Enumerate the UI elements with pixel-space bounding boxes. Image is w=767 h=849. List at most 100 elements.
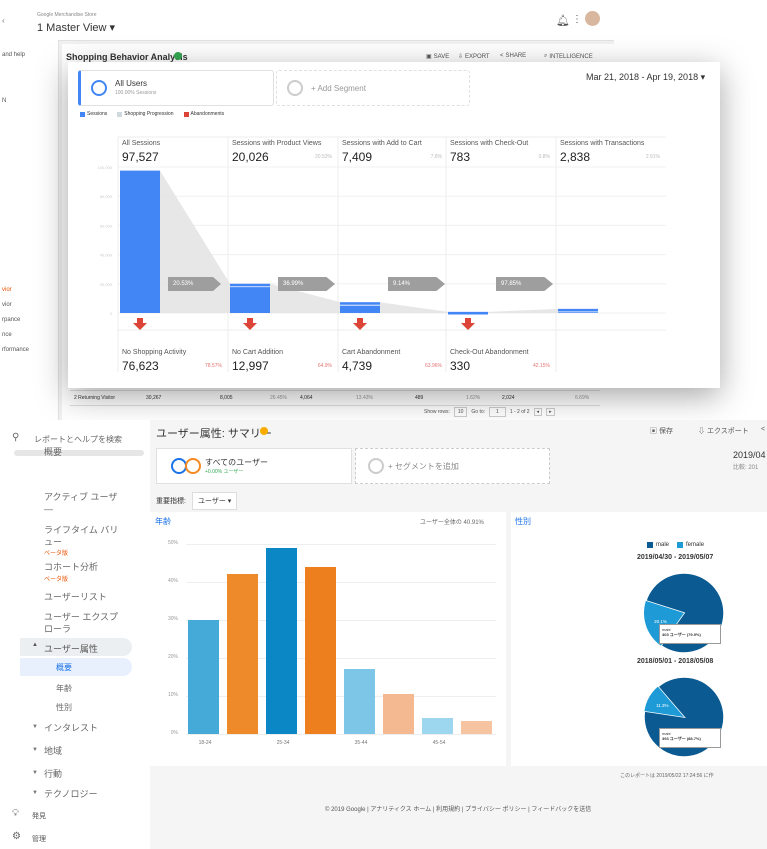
pagination: Show rows: 10 Go to: 1 1 - 2 of 2 ◂ ▸ (424, 407, 555, 417)
pie1-tooltip: male 403 ユーザー (79.9%) (659, 624, 721, 644)
segment-sub: +0.00% ユーザー (205, 469, 244, 475)
expand-arrow-icon: ▼ (32, 724, 38, 730)
sidebar-sub-gender[interactable]: 性別 (56, 702, 72, 713)
legend-label: female (686, 542, 705, 548)
show-rows-select[interactable]: 10 (453, 407, 468, 417)
share-icon: < (500, 53, 504, 59)
table-cell: 4,064 (300, 395, 313, 401)
save-button[interactable]: ▣ SAVE (426, 53, 450, 61)
top-header: ‹ Google Merchandise Store 1 Master View… (0, 0, 614, 41)
gender-card: 性別 male female 2019/04/30 - 2019/05/07 2… (511, 512, 767, 766)
tooltip-value: 403 ユーザー (79.9%) (662, 632, 701, 637)
legend-swatch (647, 542, 653, 548)
left-strip-text: nce (2, 332, 12, 338)
search-icon[interactable]: ⚲ (12, 432, 19, 443)
age-bar-chart: 50% 40% 30% 20% 10% 0% 18-24 25-34 35-44 45-54 (150, 512, 506, 766)
share-icon[interactable]: < (761, 426, 765, 433)
sidebar-item-interests[interactable]: インタレスト (44, 722, 98, 734)
table-cell: 1.62% (466, 395, 481, 401)
pie1-title: 2019/04/30 - 2019/05/07 (637, 554, 714, 561)
sidebar-item-user-explorer[interactable]: ユーザー エクスプ ローラ (44, 611, 118, 635)
share-button[interactable]: < SHARE (500, 53, 526, 59)
abandonment-title: Check-Out Abandonment (450, 349, 529, 356)
gender-pie-2: 11.3% (643, 676, 725, 758)
left-strip-text: and help (2, 52, 26, 58)
age-bar (422, 717, 453, 734)
table-cell: 13.43% (356, 395, 373, 401)
conversion-rate-tag: 9.14% (388, 277, 445, 291)
x-tick-label: 25-34 (276, 740, 290, 746)
sidebar-section-label: ユーザー属性 (44, 644, 98, 654)
left-strip-text: rpance (2, 317, 21, 323)
metric-select[interactable]: ユーザー ▾ (192, 492, 238, 510)
sidebar-item-active-users[interactable]: アクティブ ユーザ — (44, 491, 117, 515)
intelligence-button[interactable]: ⌕ INTELLIGENCE (544, 53, 593, 60)
discover-link[interactable]: 発見 (32, 811, 46, 821)
table-cell: 2,024 (502, 395, 515, 401)
save-button[interactable]: ▣ 保存 (650, 426, 673, 436)
left-strip-text: vior (2, 287, 12, 293)
next-page-button[interactable]: ▸ (546, 408, 555, 416)
admin-link[interactable]: 管理 (32, 834, 46, 844)
age-bar (188, 620, 219, 734)
sidebar-section-demographics[interactable]: ▲ ユーザー属性 (20, 638, 132, 656)
y-tick-label: 60,000 (100, 223, 113, 228)
sidebar-item-geo[interactable]: 地域 (44, 745, 62, 757)
export-button[interactable]: ⇩ EXPORT (458, 53, 490, 61)
more-vert-icon[interactable]: ⋮ (572, 14, 582, 25)
add-segment-button[interactable]: + セグメントを追加 (355, 448, 550, 484)
y-tick-label: 50% (167, 540, 178, 546)
menu-icon[interactable]: ‹ (2, 16, 5, 25)
avatar[interactable] (585, 11, 600, 26)
prev-page-button[interactable]: ◂ (533, 408, 543, 416)
y-tick-label: 40% (167, 578, 178, 584)
intelligence-icon: ⌕ (544, 53, 548, 59)
sidebar-sub-age[interactable]: 年齢 (56, 683, 72, 694)
expand-arrow-icon: ▼ (32, 770, 38, 776)
abandonment-pct: 63.96% (425, 363, 442, 369)
segment-all-users[interactable]: すべてのユーザー +0.00% ユーザー (156, 448, 352, 484)
view-selector[interactable]: 1 Master View ▾ (37, 21, 115, 34)
funnel-column-title: Sessions with Transactions (560, 140, 645, 147)
sidebar-item-user-list[interactable]: ユーザーリスト (44, 591, 107, 603)
gear-icon[interactable]: ⚙ (12, 831, 21, 842)
export-button[interactable]: ⇩ エクスポート (698, 426, 749, 436)
expand-arrow-icon: ▼ (32, 790, 38, 796)
sidebar-sub-overview[interactable]: 概要 (20, 658, 132, 676)
sidebar-item-cohort[interactable]: コホート分析 (44, 561, 98, 573)
age-bar (344, 669, 375, 734)
bell-icon[interactable]: 🔔︎ (556, 14, 570, 27)
funnel-column-value: 97,527 (122, 150, 159, 164)
beta-badge: ベータ版 (44, 551, 69, 557)
funnel-column-pct: 7.6% (430, 154, 442, 160)
sidebar-item-behavior[interactable]: 行動 (44, 768, 62, 780)
funnel-column-title: All Sessions (122, 140, 161, 147)
sidebar-item-overview[interactable]: 概要 (44, 446, 62, 458)
abandonment-value: 76,623 (122, 359, 159, 373)
x-tick-label: 18-24 (198, 740, 212, 746)
sidebar-item-lifetime-value[interactable]: ライフタイム バリ ュー (44, 524, 118, 548)
funnel-bar (340, 302, 380, 313)
footer-links[interactable]: © 2019 Google | アナリティクス ホーム | 利用規約 | プライ… (325, 804, 591, 813)
grid-line (186, 544, 496, 545)
intelligence-label: INTELLIGENCE (549, 53, 593, 60)
save-label: SAVE (433, 53, 450, 60)
search-input[interactable]: レポートとヘルプを検索 (34, 434, 122, 445)
y-tick-label: 30% (167, 616, 178, 622)
age-card: 年齢 ユーザー全体の 40.91% 50% 40% 30% 20% 10% 0% 18-24… (150, 512, 506, 766)
lightbulb-icon[interactable]: 💡︎ (12, 808, 19, 819)
grid-line (186, 734, 496, 735)
table-cell: 8,005 (220, 395, 233, 401)
date-range-picker[interactable]: 2019/04 (733, 450, 766, 460)
demographics-main: ユーザー属性: サマリー ▣ 保存 ⇩ エクスポート < すべてのユーザー +0… (150, 420, 767, 849)
abandonment-title: Cart Abandonment (342, 349, 401, 356)
save-icon: ▣ (650, 428, 659, 435)
sidebar-sub-label: 概要 (56, 663, 72, 672)
sidebar-item-technology[interactable]: テクノロジー (44, 788, 97, 800)
export-icon: ⇩ (698, 428, 707, 435)
goto-input[interactable]: 1 (489, 407, 506, 417)
export-label: EXPORT (465, 53, 490, 60)
funnel-column-pct: 0.8% (538, 154, 550, 160)
left-sidebar: ⚲ レポートとヘルプを検索 概要 アクティブ ユーザ — ライフタイム バリ ュ… (0, 420, 151, 849)
table-cell: 30,267 (146, 395, 162, 401)
